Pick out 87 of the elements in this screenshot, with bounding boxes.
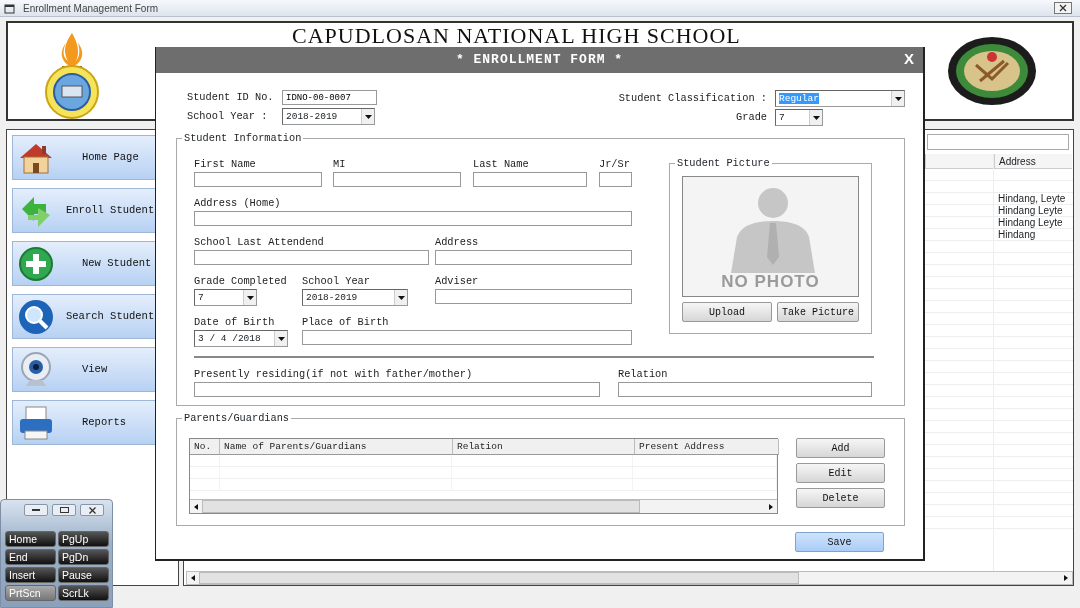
column-header[interactable]: No. — [190, 439, 220, 455]
input-field[interactable] — [333, 172, 461, 187]
field-label: Address (Home) — [194, 197, 282, 210]
field-label: Last Name — [473, 158, 530, 171]
keyboard-key[interactable]: Insert — [5, 567, 56, 583]
window-control-button[interactable] — [52, 504, 76, 516]
input-field[interactable] — [435, 250, 632, 265]
caret-icon — [894, 96, 902, 101]
column-header[interactable]: Present Address — [635, 439, 779, 455]
dropdown[interactable]: 7 — [775, 109, 823, 126]
input-field[interactable] — [473, 172, 587, 187]
window-control-button[interactable] — [80, 504, 104, 516]
column-header[interactable]: Address — [994, 154, 1072, 169]
sidebar-button[interactable]: View — [12, 347, 157, 392]
field-label: MI — [333, 158, 347, 171]
field-label: School Last Attendend — [194, 236, 325, 249]
input-field[interactable]: IDNO-00-0007 — [282, 90, 377, 105]
field-label: School Year — [302, 275, 371, 288]
field-label: Address — [435, 236, 480, 249]
dialog-title: * ENROLLMENT FORM * — [455, 51, 624, 70]
table-cell: Hindang Leyte — [994, 217, 1073, 229]
column-header[interactable]: Name of Parents/Guardians — [220, 439, 453, 455]
photo-button[interactable]: Upload — [682, 302, 772, 322]
horizontal-scrollbar[interactable] — [190, 499, 777, 513]
horizontal-scrollbar[interactable] — [186, 571, 1073, 585]
restore-icon — [59, 507, 69, 513]
keyboard-key[interactable]: End — [5, 549, 56, 565]
action-button[interactable]: Edit — [796, 463, 885, 483]
sidebar-button[interactable]: New Student — [12, 241, 157, 286]
window-title: Enrollment Management Form — [23, 1, 160, 16]
field-label: Place of Birth — [302, 316, 390, 329]
close-icon — [1054, 2, 1072, 14]
field-label: Relation — [618, 368, 669, 381]
minimize-icon — [32, 509, 40, 511]
date-picker[interactable]: 3 / 4 /2018 — [194, 330, 288, 347]
input-field[interactable] — [435, 289, 632, 304]
input-field[interactable] — [302, 330, 632, 345]
input-field[interactable] — [194, 211, 632, 226]
window-control-button[interactable] — [24, 504, 48, 516]
input-field[interactable] — [194, 382, 600, 397]
keyboard-key[interactable]: ScrLk — [58, 585, 109, 601]
table-cell: Hindang — [994, 229, 1073, 241]
input-field[interactable] — [194, 250, 429, 265]
column-header[interactable] — [925, 154, 993, 169]
column-header[interactable]: Relation — [453, 439, 635, 455]
sidebar-button[interactable]: Search Student — [12, 294, 157, 339]
photo-button[interactable]: Take Picture — [777, 302, 859, 322]
keyboard-key[interactable]: Pause — [58, 567, 109, 583]
field-label: Student ID No. — [187, 91, 275, 104]
action-button[interactable]: Delete — [796, 488, 885, 508]
table-cell: Hindang Leyte — [994, 205, 1073, 217]
dropdown[interactable]: 7 — [194, 289, 257, 306]
close-button[interactable] — [1054, 2, 1072, 14]
field-label: School Year : — [187, 110, 269, 123]
school-name: CAPUDLOSAN NATIONAL HIGH SCHOOL — [292, 25, 741, 47]
field-label: Student Classification : — [618, 92, 767, 105]
field-label: Grade — [736, 111, 767, 124]
input-field[interactable] — [599, 172, 632, 187]
photo-placeholder-text: NO PHOTO — [720, 273, 821, 290]
search-field[interactable] — [927, 134, 1069, 150]
close-button[interactable]: X — [904, 51, 914, 66]
caret-icon — [277, 336, 285, 341]
sidebar-button[interactable]: Reports — [12, 400, 157, 445]
dropdown[interactable]: 2018-2019 — [302, 289, 408, 306]
field-label: Grade Completed — [194, 275, 288, 288]
input-field[interactable] — [194, 172, 322, 187]
field-label: Presently residing(if not with father/mother) — [194, 368, 474, 381]
caret-icon — [812, 115, 820, 120]
field-label: Adviser — [435, 275, 480, 288]
window-icon — [4, 2, 15, 14]
keyboard-key[interactable]: PgDn — [58, 549, 109, 565]
keyboard-key[interactable]: Home — [5, 531, 56, 547]
table-cell: Hindang, Leyte — [994, 193, 1073, 205]
field-label: Jr/Sr — [599, 158, 631, 171]
field-label: First Name — [194, 158, 257, 171]
action-button[interactable]: Add — [796, 438, 885, 458]
save-button[interactable]: Save — [795, 532, 884, 552]
close-icon — [88, 506, 96, 514]
sidebar-button[interactable]: Enroll Student — [12, 188, 157, 233]
field-label: Date of Birth — [194, 316, 276, 329]
keyboard-key[interactable]: PgUp — [58, 531, 109, 547]
dropdown[interactable]: 2018-2019 — [282, 108, 375, 125]
input-field[interactable] — [618, 382, 872, 397]
caret-icon — [364, 114, 372, 119]
caret-icon — [246, 295, 254, 300]
caret-icon — [397, 295, 405, 300]
sidebar-button[interactable]: Home Page — [12, 135, 157, 180]
